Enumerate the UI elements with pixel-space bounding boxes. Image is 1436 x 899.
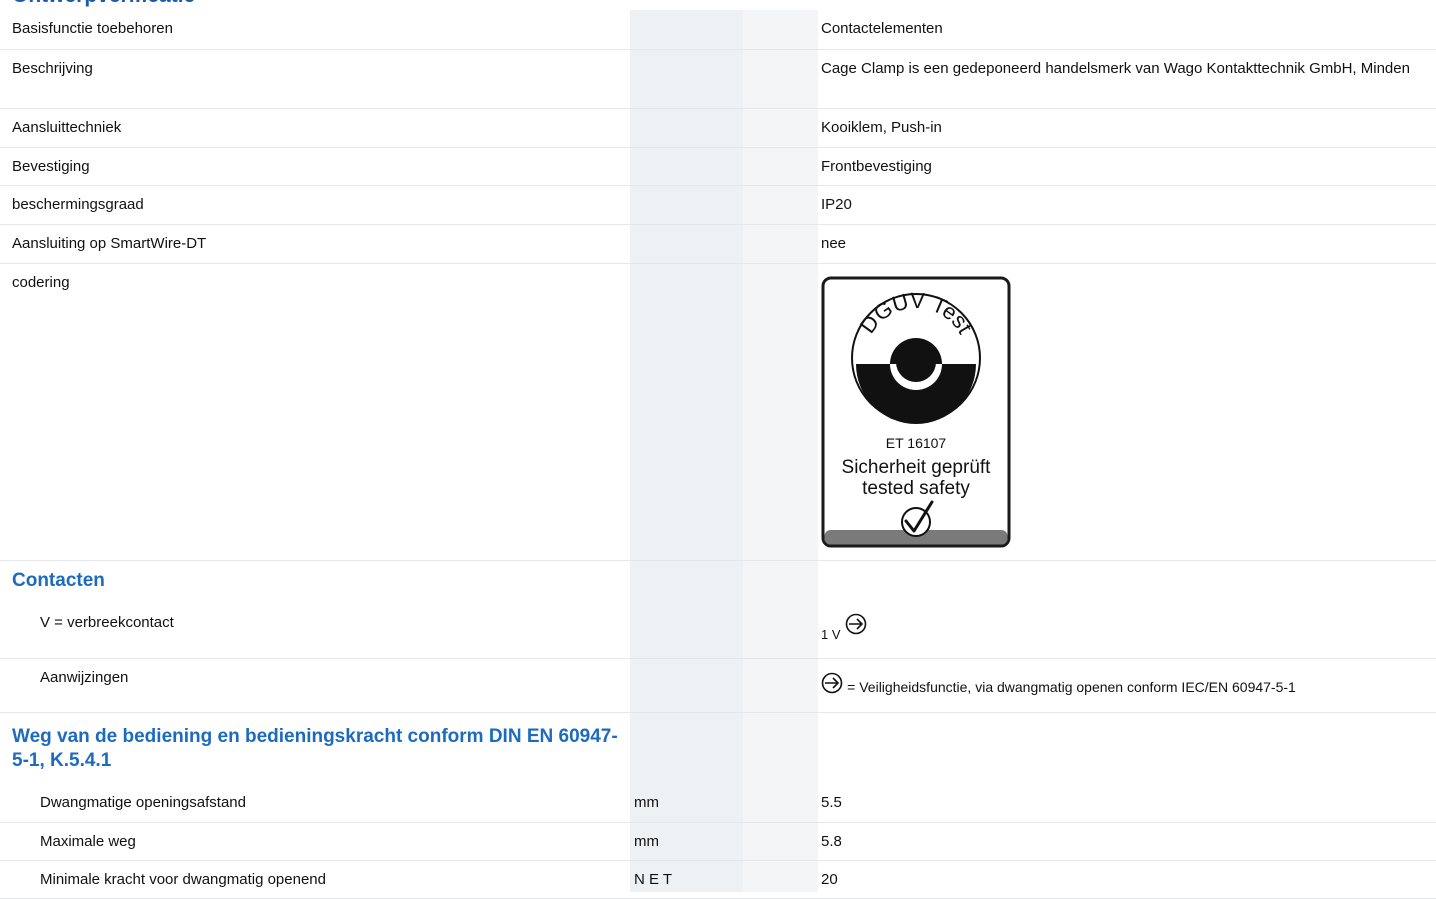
row-value: Kooiklem, Push-in — [818, 108, 1436, 148]
table-row: Aansluittechniek Kooiklem, Push-in — [0, 108, 1436, 148]
row-value: Cage Clamp is een gedeponeerd handelsmer… — [818, 49, 1436, 109]
section-title-contacten: Contacten — [12, 569, 105, 591]
row-label: Maximale weg — [0, 822, 630, 861]
row-label: Beschrijving — [0, 49, 630, 109]
badge-line-1: Sicherheit geprüft — [842, 457, 992, 478]
table-row: Aansluiting op SmartWire-DT nee — [0, 224, 1436, 264]
row-label: Basisfunctie toebehoren — [0, 10, 630, 50]
row-value: 20 — [818, 860, 1436, 899]
positive-opening-symbol — [845, 613, 866, 635]
row-value: nee — [818, 224, 1436, 264]
row-value: 1 V — [818, 604, 1436, 659]
row-unit: N E T — [630, 860, 818, 899]
table-row: V = verbreekcontact 1 V — [0, 604, 1436, 659]
row-value: = Veiligheidsfunctie, via dwangmatig ope… — [818, 658, 1436, 713]
row-value: Frontbevestiging — [818, 147, 1436, 186]
row-label: Aansluittechniek — [0, 108, 630, 148]
table-row: codering DGUV Test ET 16107 Sicherheit g… — [0, 263, 1436, 561]
row-value: IP20 — [818, 185, 1436, 225]
table-row: beschermingsgraad IP20 — [0, 185, 1436, 225]
table-row: Bevestiging Frontbevestiging — [0, 147, 1436, 186]
badge-line-2: tested safety — [862, 478, 970, 499]
contact-count: 1 V — [821, 627, 841, 642]
table-row: Weg van de bediening en bedieningskracht… — [0, 712, 1436, 784]
row-value: 5.5 — [818, 784, 1436, 823]
positive-opening-symbol — [821, 672, 843, 693]
row-unit: mm — [630, 822, 818, 861]
row-label: beschermingsgraad — [0, 185, 630, 225]
table-row: Minimale kracht voor dwangmatig openend … — [0, 860, 1436, 899]
section-heading-cut: Ontwerpverificatie — [12, 0, 195, 8]
row-value: 5.8 — [818, 822, 1436, 861]
row-label: Bevestiging — [0, 147, 630, 186]
table-row: Maximale weg mm 5.8 — [0, 822, 1436, 861]
row-label: Aansluiting op SmartWire-DT — [0, 224, 630, 264]
table-row: Aanwijzingen = Veiligheidsfunctie, via d… — [0, 658, 1436, 713]
section-title-weg: Weg van de bediening en bedieningskracht… — [12, 725, 618, 771]
safety-function-note: = Veiligheidsfunctie, via dwangmatig ope… — [847, 678, 1296, 695]
row-label: Aanwijzingen — [0, 658, 630, 713]
row-label: codering — [0, 263, 630, 561]
row-label: Dwangmatige openingsafstand — [0, 784, 630, 823]
row-unit: mm — [630, 784, 818, 823]
row-label: Minimale kracht voor dwangmatig openend — [0, 860, 630, 899]
row-value: Contactelementen — [818, 10, 1436, 50]
table-row: Dwangmatige openingsafstand mm 5.5 — [0, 784, 1436, 823]
dguv-test-badge: DGUV Test ET 16107 Sicherheit geprüft te… — [821, 276, 1011, 547]
spec-table: Basisfunctie toebehoren Contactelementen… — [0, 10, 1436, 899]
table-row: Beschrijving Cage Clamp is een gedeponee… — [0, 49, 1436, 109]
table-row: Basisfunctie toebehoren Contactelementen — [0, 10, 1436, 50]
table-row: Contacten — [0, 560, 1436, 604]
row-label: V = verbreekcontact — [0, 604, 630, 659]
badge-cert-number: ET 16107 — [886, 435, 947, 451]
codering-value: DGUV Test ET 16107 Sicherheit geprüft te… — [818, 263, 1436, 561]
